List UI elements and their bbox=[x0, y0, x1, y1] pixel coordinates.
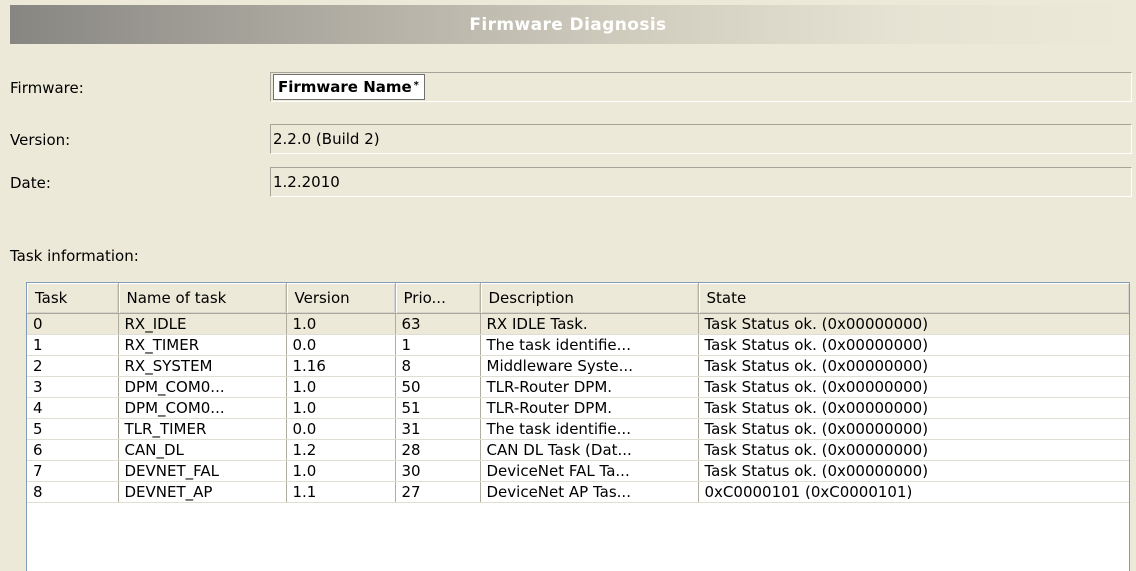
task-priority-cell: 63 bbox=[395, 313, 481, 335]
task-name-cell: DEVNET_AP bbox=[118, 481, 287, 503]
task-state-cell: Task Status ok. (0x00000000) bbox=[698, 376, 1129, 398]
task-priority-cell: 1 bbox=[395, 334, 481, 356]
version-field: 2.2.0 (Build 2) bbox=[270, 124, 1132, 154]
task-description-cell: Middleware Syste... bbox=[480, 355, 699, 377]
table-row[interactable]: 0 RX_IDLE 1.0 63 RX IDLE Task. Task Status ok… bbox=[27, 313, 1129, 335]
task-name-cell: RX_TIMER bbox=[118, 334, 287, 356]
task-name-cell: DPM_COM0... bbox=[118, 376, 287, 398]
task-description-cell: The task identifie... bbox=[480, 418, 699, 440]
task-information-label: Task information: bbox=[10, 247, 139, 265]
date-field: 1.2.2010 bbox=[270, 167, 1132, 197]
column-header-task[interactable]: Task bbox=[27, 283, 119, 314]
date-label: Date: bbox=[10, 174, 51, 192]
task-id-cell: 4 bbox=[27, 397, 119, 419]
task-name-cell: DPM_COM0... bbox=[118, 397, 287, 419]
task-version-cell: 1.0 bbox=[286, 376, 396, 398]
task-id-cell: 7 bbox=[27, 460, 119, 482]
table-row[interactable]: 6 CAN_DL 1.2 28 CAN DL Task (Dat... Task Stat… bbox=[27, 439, 1129, 461]
table-row[interactable]: 4 DPM_COM0... 1.0 51 TLR-Router DPM. Task Sta… bbox=[27, 397, 1129, 419]
table-row[interactable]: 1 RX_TIMER 0.0 1 The task identifie... Task S… bbox=[27, 334, 1129, 356]
task-priority-cell: 27 bbox=[395, 481, 481, 503]
task-id-cell: 1 bbox=[27, 334, 119, 356]
task-id-cell: 6 bbox=[27, 439, 119, 461]
task-description-cell: CAN DL Task (Dat... bbox=[480, 439, 699, 461]
task-state-cell: Task Status ok. (0x00000000) bbox=[698, 397, 1129, 419]
column-header-state[interactable]: State bbox=[698, 283, 1129, 314]
task-priority-cell: 8 bbox=[395, 355, 481, 377]
title-bar: Firmware Diagnosis bbox=[10, 5, 1126, 44]
task-version-cell: 1.0 bbox=[286, 397, 396, 419]
task-state-cell: Task Status ok. (0x00000000) bbox=[698, 313, 1129, 335]
firmware-name-text: Firmware Name bbox=[278, 78, 412, 96]
table-row[interactable]: 2 RX_SYSTEM 1.16 8 Middleware Syste... Task S… bbox=[27, 355, 1129, 377]
column-header-priority[interactable]: Prio... bbox=[395, 283, 481, 314]
task-priority-cell: 50 bbox=[395, 376, 481, 398]
task-version-cell: 1.0 bbox=[286, 313, 396, 335]
task-description-cell: TLR-Router DPM. bbox=[480, 397, 699, 419]
task-id-cell: 3 bbox=[27, 376, 119, 398]
task-version-cell: 0.0 bbox=[286, 418, 396, 440]
task-id-cell: 5 bbox=[27, 418, 119, 440]
column-header-version[interactable]: Version bbox=[286, 283, 396, 314]
task-description-cell: The task identifie... bbox=[480, 334, 699, 356]
task-state-cell: 0xC0000101 (0xC0000101) bbox=[698, 481, 1129, 503]
task-id-cell: 0 bbox=[27, 313, 119, 335]
version-value: 2.2.0 (Build 2) bbox=[273, 130, 380, 148]
task-priority-cell: 31 bbox=[395, 418, 481, 440]
table-row[interactable]: 5 TLR_TIMER 0.0 31 The task identifie... Task… bbox=[27, 418, 1129, 440]
task-version-cell: 1.1 bbox=[286, 481, 396, 503]
firmware-label: Firmware: bbox=[10, 79, 84, 97]
task-description-cell: TLR-Router DPM. bbox=[480, 376, 699, 398]
task-priority-cell: 51 bbox=[395, 397, 481, 419]
firmware-field: Firmware Name * bbox=[270, 72, 1132, 102]
version-label: Version: bbox=[10, 131, 71, 149]
task-version-cell: 1.2 bbox=[286, 439, 396, 461]
table-row[interactable]: 8 DEVNET_AP 1.1 27 DeviceNet AP Tas... 0xC000… bbox=[27, 481, 1129, 503]
task-description-cell: DeviceNet AP Tas... bbox=[480, 481, 699, 503]
table-row[interactable]: 3 DPM_COM0... 1.0 50 TLR-Router DPM. Task Sta… bbox=[27, 376, 1129, 398]
task-version-cell: 0.0 bbox=[286, 334, 396, 356]
task-id-cell: 8 bbox=[27, 481, 119, 503]
column-header-description[interactable]: Description bbox=[480, 283, 699, 314]
task-description-cell: RX IDLE Task. bbox=[480, 313, 699, 335]
task-table[interactable]: Task Name of task Version Prio... Descri… bbox=[26, 282, 1130, 571]
task-description-cell: DeviceNet FAL Ta... bbox=[480, 460, 699, 482]
column-header-name[interactable]: Name of task bbox=[118, 283, 287, 314]
task-state-cell: Task Status ok. (0x00000000) bbox=[698, 460, 1129, 482]
task-name-cell: CAN_DL bbox=[118, 439, 287, 461]
task-priority-cell: 30 bbox=[395, 460, 481, 482]
task-name-cell: RX_SYSTEM bbox=[118, 355, 287, 377]
task-state-cell: Task Status ok. (0x00000000) bbox=[698, 334, 1129, 356]
firmware-modified-marker: * bbox=[413, 79, 419, 91]
task-state-cell: Task Status ok. (0x00000000) bbox=[698, 439, 1129, 461]
task-id-cell: 2 bbox=[27, 355, 119, 377]
task-version-cell: 1.0 bbox=[286, 460, 396, 482]
task-state-cell: Task Status ok. (0x00000000) bbox=[698, 418, 1129, 440]
task-name-cell: DEVNET_FAL bbox=[118, 460, 287, 482]
task-table-header: Task Name of task Version Prio... Descri… bbox=[27, 283, 1129, 314]
task-name-cell: TLR_TIMER bbox=[118, 418, 287, 440]
date-value: 1.2.2010 bbox=[273, 173, 340, 191]
task-priority-cell: 28 bbox=[395, 439, 481, 461]
table-row[interactable]: 7 DEVNET_FAL 1.0 30 DeviceNet FAL Ta... Task … bbox=[27, 460, 1129, 482]
task-version-cell: 1.16 bbox=[286, 355, 396, 377]
task-name-cell: RX_IDLE bbox=[118, 313, 287, 335]
task-state-cell: Task Status ok. (0x00000000) bbox=[698, 355, 1129, 377]
page-title: Firmware Diagnosis bbox=[469, 14, 667, 35]
firmware-name-value: Firmware Name * bbox=[273, 74, 425, 100]
